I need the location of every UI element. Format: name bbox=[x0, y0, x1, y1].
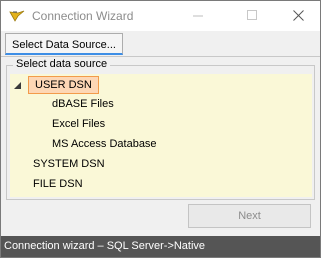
tree-node-user-dsn[interactable]: USER DSN bbox=[10, 76, 312, 94]
data-source-group-label: Select data source bbox=[13, 58, 111, 71]
tree-node-label-selected: USER DSN bbox=[28, 76, 99, 94]
app-logo-icon bbox=[9, 9, 25, 23]
minimize-button[interactable] bbox=[181, 1, 215, 31]
next-button[interactable]: Next bbox=[188, 204, 311, 228]
maximize-button[interactable] bbox=[235, 1, 269, 31]
title-bar: Connection Wizard bbox=[1, 1, 320, 31]
close-button[interactable] bbox=[281, 1, 315, 31]
tree-node-label: MS Access Database bbox=[52, 138, 157, 150]
status-bar: Connection wizard – SQL Server->Native bbox=[1, 236, 320, 257]
status-text: Connection wizard – SQL Server->Native bbox=[4, 240, 206, 252]
minimize-icon bbox=[193, 15, 203, 17]
tab-select-data-source[interactable]: Select Data Source... bbox=[5, 33, 123, 55]
connection-wizard-window: Connection Wizard Select Data Source... … bbox=[0, 0, 321, 258]
tree-expanded-triangle-icon[interactable] bbox=[14, 82, 21, 89]
maximize-icon bbox=[247, 10, 257, 20]
tree-node-label: FILE DSN bbox=[33, 178, 83, 190]
tab-strip: Select Data Source... bbox=[1, 31, 320, 57]
window-title: Connection Wizard bbox=[32, 9, 134, 23]
close-icon bbox=[293, 10, 304, 21]
tree-node-label: SYSTEM DSN bbox=[33, 158, 105, 170]
tree-node-label: Excel Files bbox=[52, 118, 106, 130]
tree-node-label: dBASE Files bbox=[52, 98, 114, 110]
data-source-tree[interactable]: USER DSN dBASE Files Excel Files MS Acce… bbox=[10, 74, 312, 197]
